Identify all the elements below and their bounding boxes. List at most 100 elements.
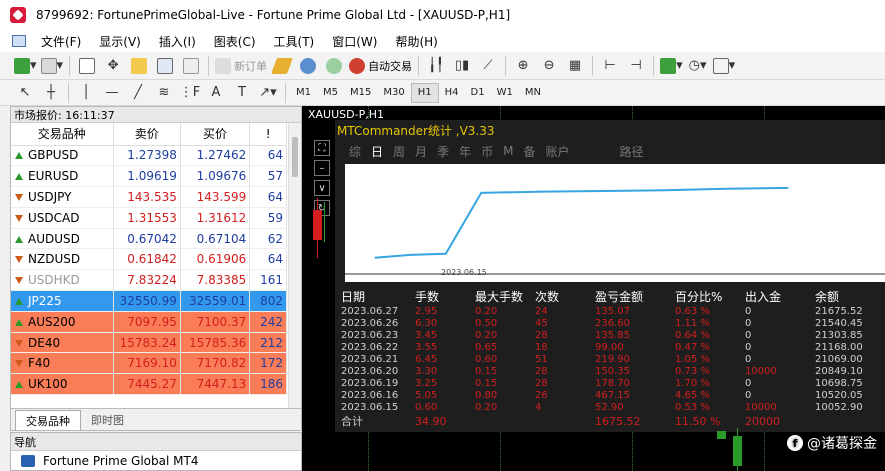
- stats-cell: 0.53 %: [675, 402, 710, 414]
- stats-cell: 3.55: [415, 341, 438, 353]
- profiles-icon[interactable]: ▾: [40, 55, 63, 77]
- chart-shift-icon[interactable]: ⊣: [625, 55, 647, 77]
- zoom-in-icon[interactable]: ⊕: [512, 55, 534, 77]
- trendline-icon[interactable]: ╱: [127, 82, 149, 104]
- panel-tab[interactable]: 备: [523, 143, 535, 160]
- timeframe-m1[interactable]: M1: [290, 83, 317, 103]
- quote-row[interactable]: USDJPY 143.535 143.599 64: [11, 186, 287, 208]
- quote-ask: 7170.82: [180, 352, 251, 375]
- panel-tab[interactable]: 日: [371, 143, 383, 160]
- new-chart-icon[interactable]: ▾: [14, 55, 37, 77]
- candlestick-icon[interactable]: ▯▮: [451, 55, 473, 77]
- new-order-button[interactable]: 新订单: [215, 55, 267, 77]
- quote-row[interactable]: JP225 32550.99 32559.01 802: [11, 290, 287, 312]
- fibonacci-icon[interactable]: ⋮F: [179, 82, 201, 104]
- column-header-ask[interactable]: 买价: [180, 123, 251, 146]
- timeframe-m15[interactable]: M15: [344, 83, 377, 103]
- chart-window[interactable]: XAUUSD-P,H1 ⛶ – ∨ ↻ MTCommander统计 ,V3.33…: [302, 106, 885, 471]
- crosshair-icon[interactable]: ┼: [40, 82, 62, 104]
- arrows-icon[interactable]: ↗▾: [257, 82, 279, 104]
- meta-editor-icon[interactable]: [271, 55, 293, 77]
- navigator-account-item[interactable]: Fortune Prime Global MT4: [11, 451, 301, 471]
- signals-icon[interactable]: [323, 55, 345, 77]
- timeframe-mn[interactable]: MN: [519, 83, 547, 103]
- panel-tab[interactable]: 账户: [545, 143, 569, 160]
- periods-icon[interactable]: ◷▾: [687, 55, 709, 77]
- quotes-scrollbar[interactable]: [288, 123, 301, 409]
- menu-tools[interactable]: 工具(T): [265, 30, 324, 52]
- data-window-icon[interactable]: ✥: [102, 55, 124, 77]
- quote-row[interactable]: GBPUSD 1.27398 1.27462 64: [11, 145, 287, 167]
- tab-symbols[interactable]: 交易品种: [15, 410, 81, 430]
- market-watch-icon[interactable]: [76, 55, 98, 77]
- column-header-bid[interactable]: 卖价: [113, 123, 181, 146]
- panel-tabs: 综日周月季年币 M 备账户 路径: [349, 142, 654, 160]
- column-header-symbol[interactable]: 交易品种: [11, 123, 114, 146]
- tester-icon[interactable]: [180, 55, 202, 77]
- bar-chart-icon[interactable]: ╽╿: [425, 55, 447, 77]
- auto-trading-button[interactable]: 自动交易: [349, 55, 412, 77]
- timeframe-w1[interactable]: W1: [491, 83, 519, 103]
- quote-symbol: AUDUSD: [11, 228, 114, 250]
- timeframe-m30[interactable]: M30: [377, 83, 410, 103]
- panel-tab[interactable]: M: [503, 144, 513, 158]
- menu-help[interactable]: 帮助(H): [386, 30, 446, 52]
- equity-curve-point: [726, 188, 728, 190]
- column-header-spread[interactable]: !: [249, 123, 287, 146]
- stats-row: 2023.06.21 6.45 0.60 51 219.90 1.05 % 0 21069.0…: [335, 353, 885, 365]
- quote-row[interactable]: USDHKD 7.83224 7.83385 161: [11, 269, 287, 292]
- quote-row[interactable]: DE40 15783.24 15785.36 212: [11, 332, 287, 354]
- timeframe-m5[interactable]: M5: [317, 83, 344, 103]
- window-icon[interactable]: [12, 35, 26, 47]
- tile-windows-icon[interactable]: ▦: [564, 55, 586, 77]
- menu-view[interactable]: 显示(V): [90, 30, 150, 52]
- stats-cell: 2.95: [415, 305, 438, 317]
- minimize-panel-icon[interactable]: –: [314, 160, 330, 176]
- quote-symbol: UK100: [11, 373, 114, 396]
- terminal-icon[interactable]: [154, 55, 176, 77]
- timeframe-h4[interactable]: H4: [439, 83, 465, 103]
- timeframe-d1[interactable]: D1: [465, 83, 491, 103]
- stats-cell: 28: [535, 329, 548, 341]
- stats-cell: 2023.06.23: [341, 329, 399, 341]
- panel-tab[interactable]: 季: [437, 143, 449, 160]
- quote-row[interactable]: NZDUSD 0.61842 0.61906 64: [11, 248, 287, 271]
- cursor-icon[interactable]: ↖: [14, 82, 36, 104]
- menu-file[interactable]: 文件(F): [32, 30, 90, 52]
- indicators-icon[interactable]: ▾: [660, 55, 683, 77]
- horizontal-line-icon[interactable]: —: [101, 82, 123, 104]
- community-icon[interactable]: [297, 55, 319, 77]
- channel-icon[interactable]: ≋: [153, 82, 175, 104]
- quote-row[interactable]: EURUSD 1.09619 1.09676 57: [11, 165, 287, 188]
- stats-cell: 24: [535, 305, 548, 317]
- stats-cell: 0.63 %: [675, 305, 710, 317]
- collapse-panel-icon[interactable]: ∨: [314, 180, 330, 196]
- quote-row[interactable]: AUDUSD 0.67042 0.67104 62: [11, 228, 287, 250]
- auto-scroll-icon[interactable]: ⊢: [599, 55, 621, 77]
- panel-tab[interactable]: 币: [481, 143, 493, 160]
- text-tool-icon[interactable]: A: [205, 82, 227, 104]
- menu-window[interactable]: 窗口(W): [323, 30, 386, 52]
- panel-tab[interactable]: 综: [349, 143, 361, 160]
- label-tool-icon[interactable]: T: [231, 82, 253, 104]
- timeframe-h1[interactable]: H1: [410, 82, 439, 103]
- panel-tab[interactable]: 年: [459, 143, 471, 160]
- quote-row[interactable]: AUS200 7097.95 7100.37 242: [11, 311, 287, 333]
- zoom-out-icon[interactable]: ⊖: [538, 55, 560, 77]
- vertical-line-icon[interactable]: │: [75, 82, 97, 104]
- move-panel-icon[interactable]: ⛶: [314, 140, 330, 156]
- stats-cell: 2023.06.16: [341, 390, 399, 402]
- quote-row[interactable]: USDCAD 1.31553 1.31612 59: [11, 207, 287, 229]
- navigator-icon[interactable]: [128, 55, 150, 77]
- menu-charts[interactable]: 图表(C): [205, 30, 265, 52]
- panel-tab[interactable]: 路径: [620, 143, 644, 160]
- panel-tab[interactable]: 月: [415, 143, 427, 160]
- menu-insert[interactable]: 插入(I): [150, 30, 205, 52]
- quote-row[interactable]: UK100 7445.27 7447.13 186: [11, 373, 287, 396]
- quote-row[interactable]: F40 7169.10 7170.82 172: [11, 352, 287, 375]
- line-chart-icon[interactable]: ⟋: [477, 55, 499, 77]
- tab-tick-chart[interactable]: 即时图: [81, 410, 134, 430]
- scrollbar-thumb[interactable]: [292, 137, 298, 177]
- panel-tab[interactable]: 周: [393, 143, 405, 160]
- templates-icon[interactable]: ▾: [712, 55, 735, 77]
